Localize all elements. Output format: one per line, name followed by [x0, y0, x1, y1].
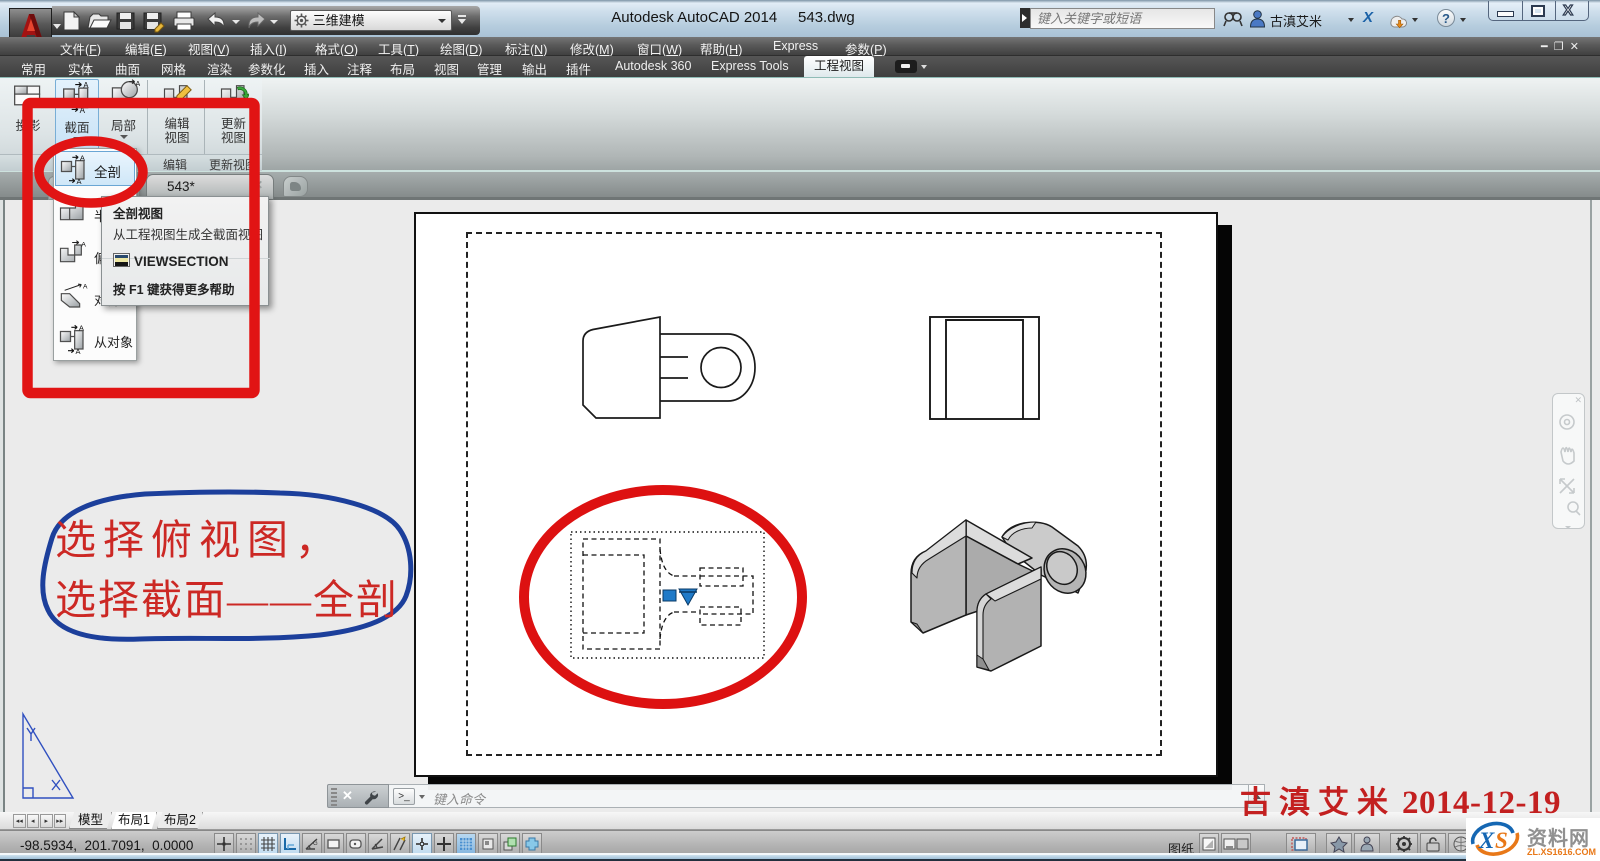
svg-text:A: A [81, 199, 86, 206]
svg-text:X: X [1478, 828, 1495, 853]
svg-text:A: A [81, 242, 86, 249]
svg-text:A: A [135, 80, 139, 88]
svg-text:S: S [1495, 828, 1508, 853]
svg-text:A: A [83, 284, 88, 291]
svg-text:G: G [313, 841, 318, 847]
